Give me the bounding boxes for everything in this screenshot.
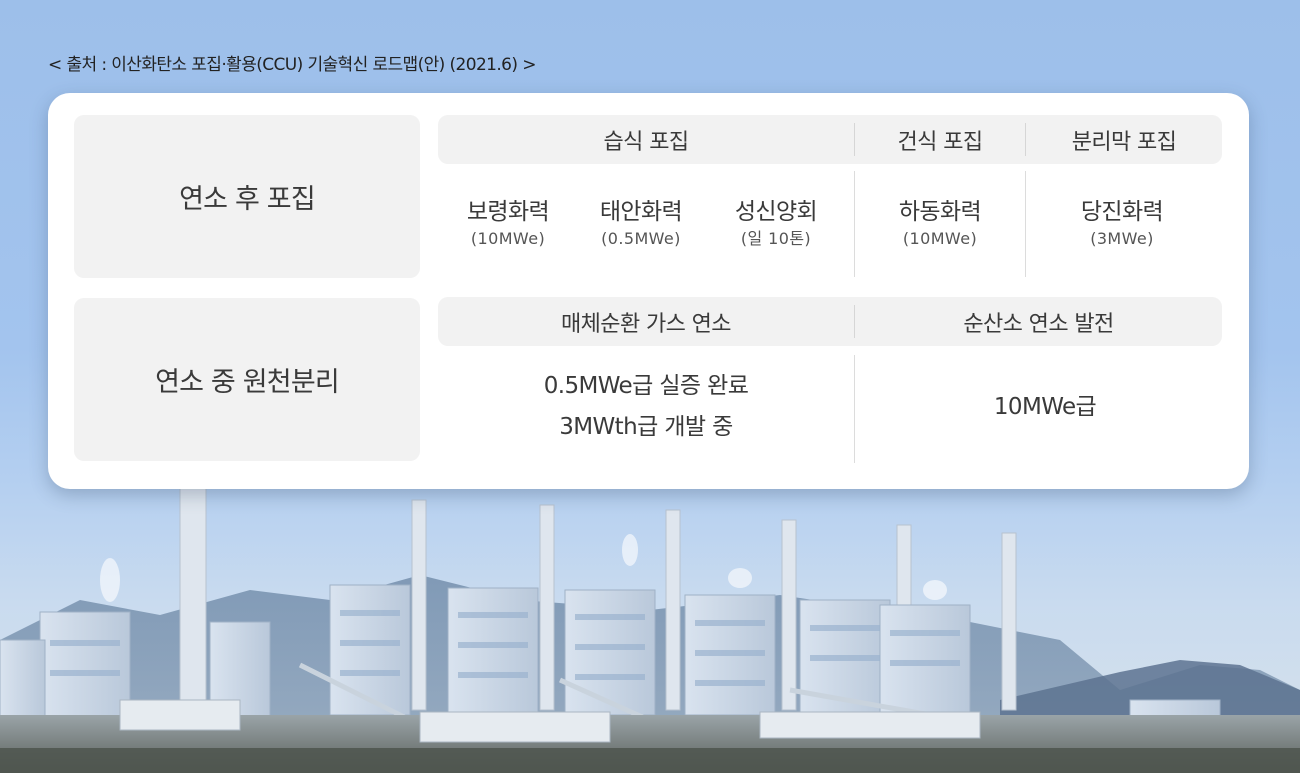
category-in-combustion: 연소 중 원천분리 [74, 298, 420, 461]
header-row-post-combustion: 습식 포집 건식 포집 분리막 포집 [438, 115, 1222, 164]
site-name: 태안화력 [599, 199, 683, 225]
category-post-combustion: 연소 후 포집 [74, 115, 420, 278]
header-dry-capture: 건식 포집 [897, 129, 984, 155]
site-scale: (10MWe) [470, 229, 546, 248]
site-scale: (10MWe) [902, 229, 978, 248]
status-chemical-looping: 0.5MWe급 실증 완료 3MWth급 개발 중 [438, 363, 854, 451]
site-sungshin: 성신양회 (일 10톤) [706, 197, 846, 267]
site-scale: (0.5MWe) [601, 229, 681, 248]
site-taean: 태안화력 (0.5MWe) [571, 197, 711, 267]
site-name: 하동화력 [898, 199, 982, 225]
site-name: 성신양회 [734, 199, 818, 225]
site-boryeong: 보령화력 (10MWe) [438, 197, 578, 267]
site-hadong: 하동화력 (10MWe) [870, 197, 1010, 267]
header-wet-capture: 습식 포집 [603, 129, 690, 155]
site-scale: (3MWe) [1090, 229, 1154, 248]
site-dangjin: 당진화력 (3MWe) [1052, 197, 1192, 267]
column-divider [1025, 171, 1026, 277]
site-name: 보령화력 [466, 199, 550, 225]
status-line: 10MWe급 [993, 393, 1097, 420]
column-divider [854, 171, 855, 277]
header-row-in-combustion: 매체순환 가스 연소 순산소 연소 발전 [438, 297, 1222, 346]
source-caption: < 출처 : 이산화탄소 포집·활용(CCU) 기술혁신 로드맵(안) (202… [48, 55, 536, 75]
status-oxyfuel: 10MWe급 [855, 363, 1235, 451]
header-membrane-capture: 분리막 포집 [1071, 129, 1177, 155]
header-chemical-looping: 매체순환 가스 연소 [561, 311, 732, 337]
header-oxyfuel: 순산소 연소 발전 [963, 311, 1114, 337]
status-line: 3MWth급 개발 중 [559, 414, 733, 440]
site-scale: (일 10톤) [740, 229, 812, 248]
ccu-summary-card: 연소 후 포집 습식 포집 건식 포집 분리막 포집 보령화력 (10MWe) … [48, 93, 1249, 489]
status-line: 0.5MWe급 실증 완료 [543, 373, 749, 399]
site-name: 당진화력 [1080, 199, 1164, 225]
